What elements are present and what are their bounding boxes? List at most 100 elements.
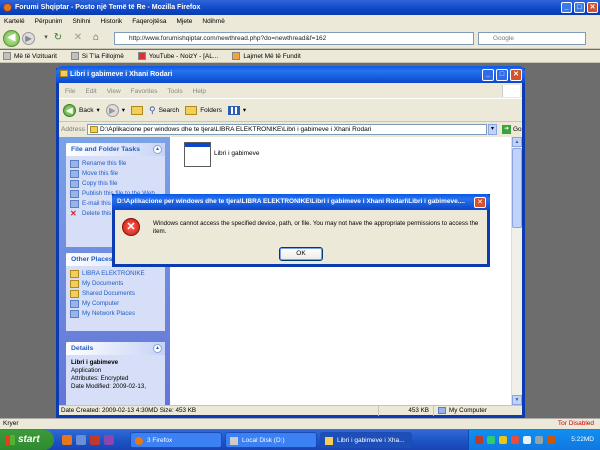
file-folder-tasks-header[interactable]: File and Folder Tasks ▲	[66, 143, 165, 156]
task-move[interactable]: Move this file	[66, 169, 165, 179]
error-dialog-title: D:\Aplikacione per windows dhe te tjera\…	[112, 194, 490, 210]
search-input[interactable]: Google	[478, 32, 586, 45]
back-button[interactable]: ◀	[3, 30, 20, 47]
place-shared-documents[interactable]: Shared Documents	[66, 289, 165, 299]
start-button[interactable]: start	[0, 430, 54, 450]
folders-button[interactable]: Folders	[185, 105, 222, 115]
file-list-area[interactable]	[170, 137, 511, 405]
bookmark-item[interactable]: YouTube - NoizY - [AL...	[137, 52, 218, 60]
vertical-scrollbar[interactable]: ▲ ▼	[511, 137, 522, 405]
status-text: Kryer	[3, 420, 19, 427]
views-button[interactable]: ▾	[227, 105, 246, 115]
maximize-button[interactable]: □	[496, 69, 508, 81]
menu-tools[interactable]: Tools	[167, 88, 182, 95]
explorer-title-bar: Libri i gabimeve i Xhani Rodari _ □ ✕	[56, 66, 525, 83]
tray-icon[interactable]	[487, 436, 495, 444]
address-bar: Address D:\Aplikacione per windows dhe t…	[59, 123, 522, 136]
back-arrow-icon: ◀	[63, 103, 76, 117]
forward-button[interactable]: ▶	[22, 32, 35, 45]
dialog-close-button[interactable]: ✕	[474, 197, 486, 208]
bookmark-item[interactable]: Më të Vizituarit	[3, 52, 57, 60]
back-button[interactable]: ◀ Back ▾	[63, 103, 100, 117]
explorer-window-title: Libri i gabimeve i Xhani Rodari	[70, 71, 173, 78]
tray-icon[interactable]	[475, 436, 483, 444]
chevron-up-icon[interactable]: ▲	[153, 344, 162, 353]
menu-view[interactable]: Shihni	[72, 18, 90, 25]
place-libra-elektronike[interactable]: LIBRA ELEKTRONIKE	[66, 269, 165, 279]
stop-icon[interactable]: ✕	[72, 33, 84, 44]
place-my-network[interactable]: My Network Places	[66, 309, 165, 319]
rename-icon	[70, 160, 79, 168]
tor-status[interactable]: Tor Disabled	[558, 419, 594, 429]
firefox-quicklaunch-icon[interactable]	[62, 435, 72, 445]
menu-help[interactable]: Help	[193, 88, 206, 95]
quicklaunch-icon[interactable]	[90, 435, 100, 445]
url-input[interactable]: http://www.forumishqiptar.com/newthread.…	[114, 32, 474, 45]
system-tray: 5:22MD	[468, 430, 600, 450]
scroll-down-icon[interactable]: ▼	[512, 395, 522, 405]
menu-bookmarks[interactable]: Faqerojtësa	[132, 18, 166, 25]
menu-edit[interactable]: Përpunim	[35, 18, 63, 25]
details-header[interactable]: Details ▲	[66, 342, 165, 355]
scroll-thumb[interactable]	[512, 148, 522, 228]
maximize-button[interactable]: □	[574, 2, 585, 13]
minimize-button[interactable]: _	[482, 69, 494, 81]
reload-icon[interactable]: ↻	[52, 33, 64, 44]
address-dropdown-icon[interactable]: ▾	[488, 124, 497, 135]
dropdown-icon[interactable]: ▾	[40, 33, 52, 44]
windows-logo-icon	[5, 435, 15, 445]
folder-icon	[60, 70, 68, 77]
menu-file[interactable]: Kartelë	[4, 18, 25, 25]
menu-history[interactable]: Historik	[101, 18, 123, 25]
taskbar-item-firefox[interactable]: 3 Firefox	[130, 432, 222, 448]
search-button[interactable]: ⚲ Search	[149, 105, 179, 116]
error-message: Windows cannot access the specified devi…	[153, 220, 479, 235]
forward-button[interactable]: ▶ ▾	[105, 103, 125, 117]
firefox-window-title: Forumi Shqiptar - Posto një Temë të Re -…	[15, 4, 201, 11]
application-icon[interactable]	[184, 142, 211, 167]
taskbar-item-local-disk[interactable]: Local Disk (D:)	[225, 432, 317, 448]
place-my-computer[interactable]: My Computer	[66, 299, 165, 309]
menu-favorites[interactable]: Favorites	[131, 88, 158, 95]
quicklaunch-icon[interactable]	[76, 435, 86, 445]
address-label: Address	[61, 126, 85, 133]
quicklaunch-icon[interactable]	[104, 435, 114, 445]
task-copy[interactable]: Copy this file	[66, 179, 165, 189]
details-panel: Details ▲ Libri i gabimeve Application At…	[66, 342, 165, 405]
place-my-documents[interactable]: My Documents	[66, 279, 165, 289]
folder-up-icon	[130, 105, 143, 115]
dropdown-icon: ▾	[121, 107, 125, 114]
scroll-up-icon[interactable]: ▲	[512, 137, 522, 147]
bookmark-item[interactable]: Lajmet Më të Fundit	[232, 52, 301, 60]
task-rename[interactable]: Rename this file	[66, 159, 165, 169]
tray-icon[interactable]	[511, 436, 519, 444]
taskbar-item-explorer[interactable]: Libri i gabimeve i Xha...	[320, 432, 412, 448]
close-button[interactable]: ✕	[510, 69, 522, 81]
minimize-button[interactable]: _	[561, 2, 572, 13]
firefox-status-bar: Kryer Tor Disabled	[0, 418, 600, 429]
menu-file[interactable]: File	[65, 88, 75, 95]
computer-icon	[70, 300, 79, 308]
menu-help[interactable]: Ndihmë	[202, 18, 224, 25]
tray-icon[interactable]	[547, 436, 555, 444]
rss-icon	[232, 52, 241, 60]
bookmarks-toolbar: Më të Vizituarit Si T'ia Fillojmë YouTub…	[0, 50, 600, 63]
menu-view[interactable]: View	[107, 88, 121, 95]
close-button[interactable]: ✕	[587, 2, 598, 13]
menu-tools[interactable]: Mjete	[177, 18, 193, 25]
bookmark-item[interactable]: Si T'ia Fillojmë	[70, 52, 124, 60]
volume-icon[interactable]	[535, 436, 543, 444]
menu-edit[interactable]: Edit	[85, 88, 96, 95]
chevron-up-icon[interactable]: ▲	[153, 145, 162, 154]
clock[interactable]: 5:22MD	[571, 430, 594, 450]
publish-icon	[70, 190, 79, 198]
up-button[interactable]	[130, 105, 143, 115]
home-icon[interactable]: ⌂	[90, 33, 102, 44]
ok-button[interactable]: OK	[279, 247, 323, 261]
address-input[interactable]: D:\Aplikacione per windows dhe te tjera\…	[87, 124, 487, 135]
file-item-label[interactable]: Libri i gabimeve	[214, 150, 260, 157]
network-tray-icon[interactable]	[523, 436, 531, 444]
bookmark-icon	[3, 52, 11, 60]
go-button[interactable]: ➜ Go	[502, 125, 522, 134]
tray-icon[interactable]	[499, 436, 507, 444]
